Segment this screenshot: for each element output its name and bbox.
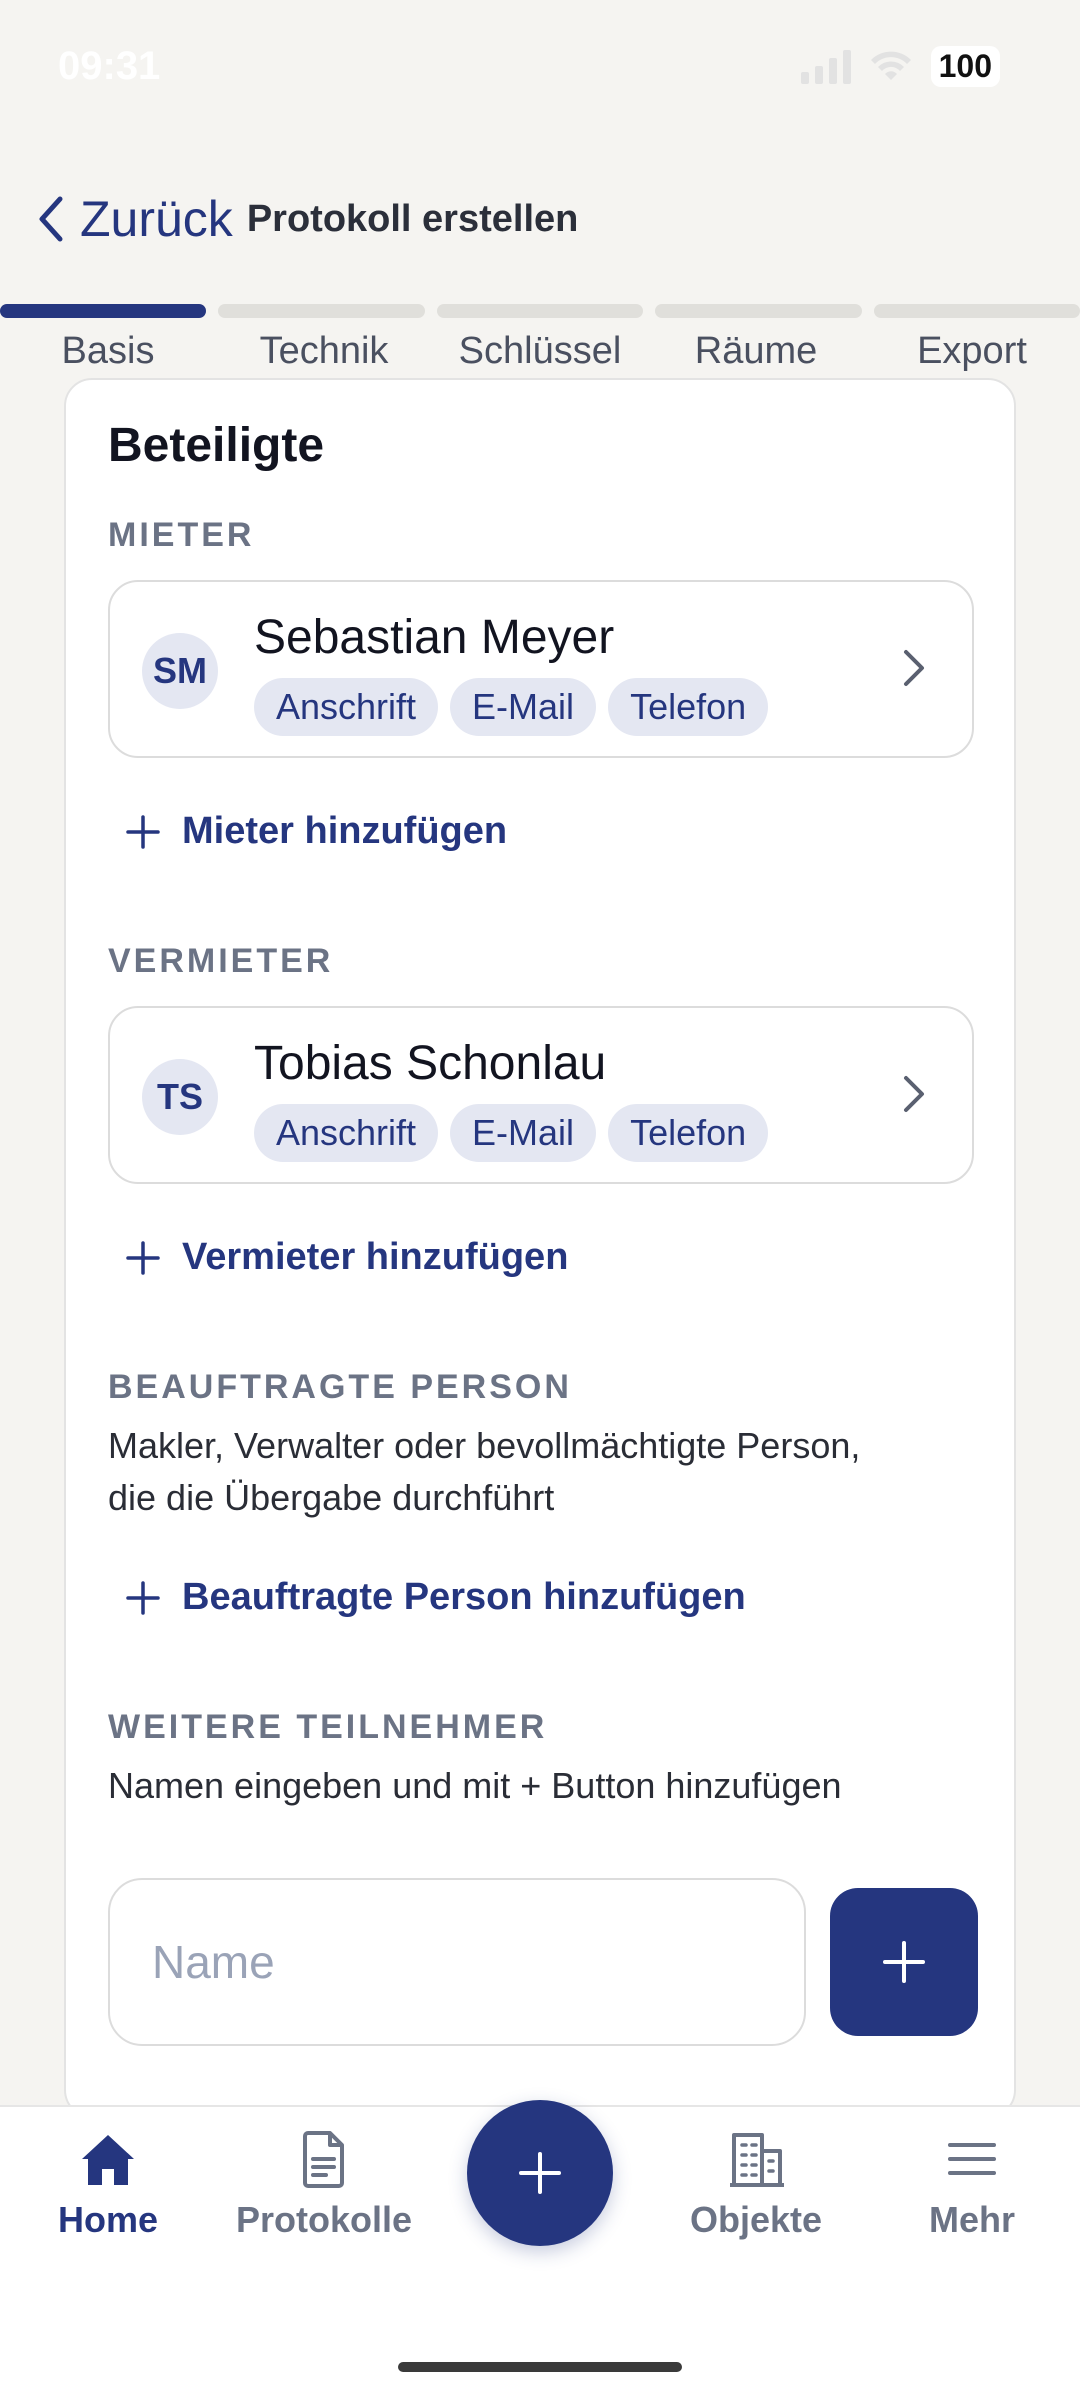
chevron-right-icon — [904, 1076, 924, 1112]
agent-description-line-2: die die Übergabe durchführt — [108, 1477, 555, 1518]
tenants-label: MIETER — [108, 516, 255, 554]
battery-indicator: 100 — [930, 46, 1000, 87]
wifi-icon — [870, 51, 911, 80]
status-bar: 09:31 100 — [0, 0, 1080, 140]
nav-objects[interactable]: Objekte — [656, 2127, 856, 2241]
landlord-chips: Anschrift E-Mail Telefon — [254, 1104, 769, 1162]
plus-icon — [126, 814, 160, 849]
create-fab-button[interactable] — [467, 2100, 613, 2246]
progress-stepper — [0, 304, 1080, 318]
signal-icon — [800, 49, 851, 84]
step-export[interactable]: Export — [864, 330, 1080, 373]
home-icon — [82, 2135, 134, 2185]
others-label: WEITERE TEILNEHMER — [108, 1708, 548, 1746]
card-title: Beteiligte — [108, 419, 325, 472]
others-description: Namen eingeben und mit + Button hinzufüg… — [108, 1765, 842, 1806]
chip-email: E-Mail — [450, 1104, 597, 1162]
chevron-right-icon — [904, 650, 924, 686]
tenant-card[interactable]: SM Sebastian Meyer Anschrift E-Mail Tele… — [108, 580, 974, 758]
add-agent-label: Beauftragte Person hinzufügen — [182, 1576, 746, 1618]
add-tenant-button[interactable]: Mieter hinzufügen — [126, 810, 507, 853]
agent-label: BEAUFTRAGTE PERSON — [108, 1368, 572, 1406]
plus-icon — [126, 1240, 160, 1275]
plus-icon — [126, 1580, 160, 1615]
nav-protocols[interactable]: Protokolle — [224, 2127, 424, 2241]
building-icon — [730, 2133, 784, 2187]
plus-icon — [519, 2152, 561, 2194]
nav-protocols-label: Protokolle — [235, 2199, 413, 2240]
participants-card: Beteiligte MIETER SM Sebastian Meyer Ans… — [64, 378, 1016, 2118]
tenant-chips: Anschrift E-Mail Telefon — [254, 678, 769, 736]
landlords-label: VERMIETER — [108, 942, 334, 980]
landlord-name: Tobias Schonlau — [254, 1037, 607, 1090]
add-agent-button[interactable]: Beauftragte Person hinzufügen — [126, 1576, 746, 1619]
add-landlord-button[interactable]: Vermieter hinzufügen — [126, 1236, 568, 1279]
document-icon — [303, 2131, 344, 2188]
header: Zurück Protokoll erstellen — [36, 190, 578, 248]
page-title: Protokoll erstellen — [246, 197, 579, 240]
chip-phone: Telefon — [608, 678, 769, 736]
step-schluessel[interactable]: Schlüssel — [432, 330, 648, 373]
nav-home-label: Home — [57, 2199, 159, 2240]
step-bar-schluessel — [436, 304, 644, 318]
step-raeume[interactable]: Räume — [648, 330, 864, 373]
step-labels: Basis Technik Schlüssel Räume Export — [0, 330, 1080, 373]
add-participant-button[interactable] — [830, 1888, 978, 2036]
step-bar-technik — [218, 304, 425, 318]
back-button[interactable]: Zurück — [36, 190, 233, 248]
add-landlord-label: Vermieter hinzufügen — [182, 1236, 569, 1278]
participant-name-input[interactable] — [108, 1878, 806, 2046]
plus-icon — [883, 1941, 925, 1983]
chevron-left-icon — [39, 196, 63, 242]
nav-objects-label: Objekte — [689, 2199, 823, 2240]
nav-more[interactable]: Mehr — [872, 2127, 1072, 2241]
chip-address: Anschrift — [254, 678, 439, 736]
menu-icon — [948, 2143, 996, 2175]
avatar: TS — [142, 1059, 218, 1135]
add-tenant-label: Mieter hinzufügen — [182, 810, 508, 852]
back-label: Zurück — [80, 191, 233, 247]
nav-home[interactable]: Home — [8, 2127, 208, 2241]
chip-address: Anschrift — [254, 1104, 439, 1162]
avatar: SM — [142, 633, 218, 709]
nav-more-label: Mehr — [928, 2199, 1015, 2240]
step-bar-export — [873, 304, 1080, 318]
step-bar-raeume — [655, 304, 862, 318]
step-bar-basis — [0, 304, 207, 318]
tenant-name: Sebastian Meyer — [254, 611, 615, 664]
chip-phone: Telefon — [608, 1104, 769, 1162]
step-technik[interactable]: Technik — [216, 330, 432, 373]
step-basis[interactable]: Basis — [0, 330, 216, 373]
status-icons: 100 — [800, 46, 1000, 87]
agent-description-line-1: Makler, Verwalter oder bevollmächtigte P… — [108, 1425, 861, 1466]
chip-email: E-Mail — [450, 678, 597, 736]
home-indicator — [398, 2362, 682, 2372]
status-time: 09:31 — [58, 44, 161, 88]
landlord-card[interactable]: TS Tobias Schonlau Anschrift E-Mail Tele… — [108, 1006, 974, 1184]
